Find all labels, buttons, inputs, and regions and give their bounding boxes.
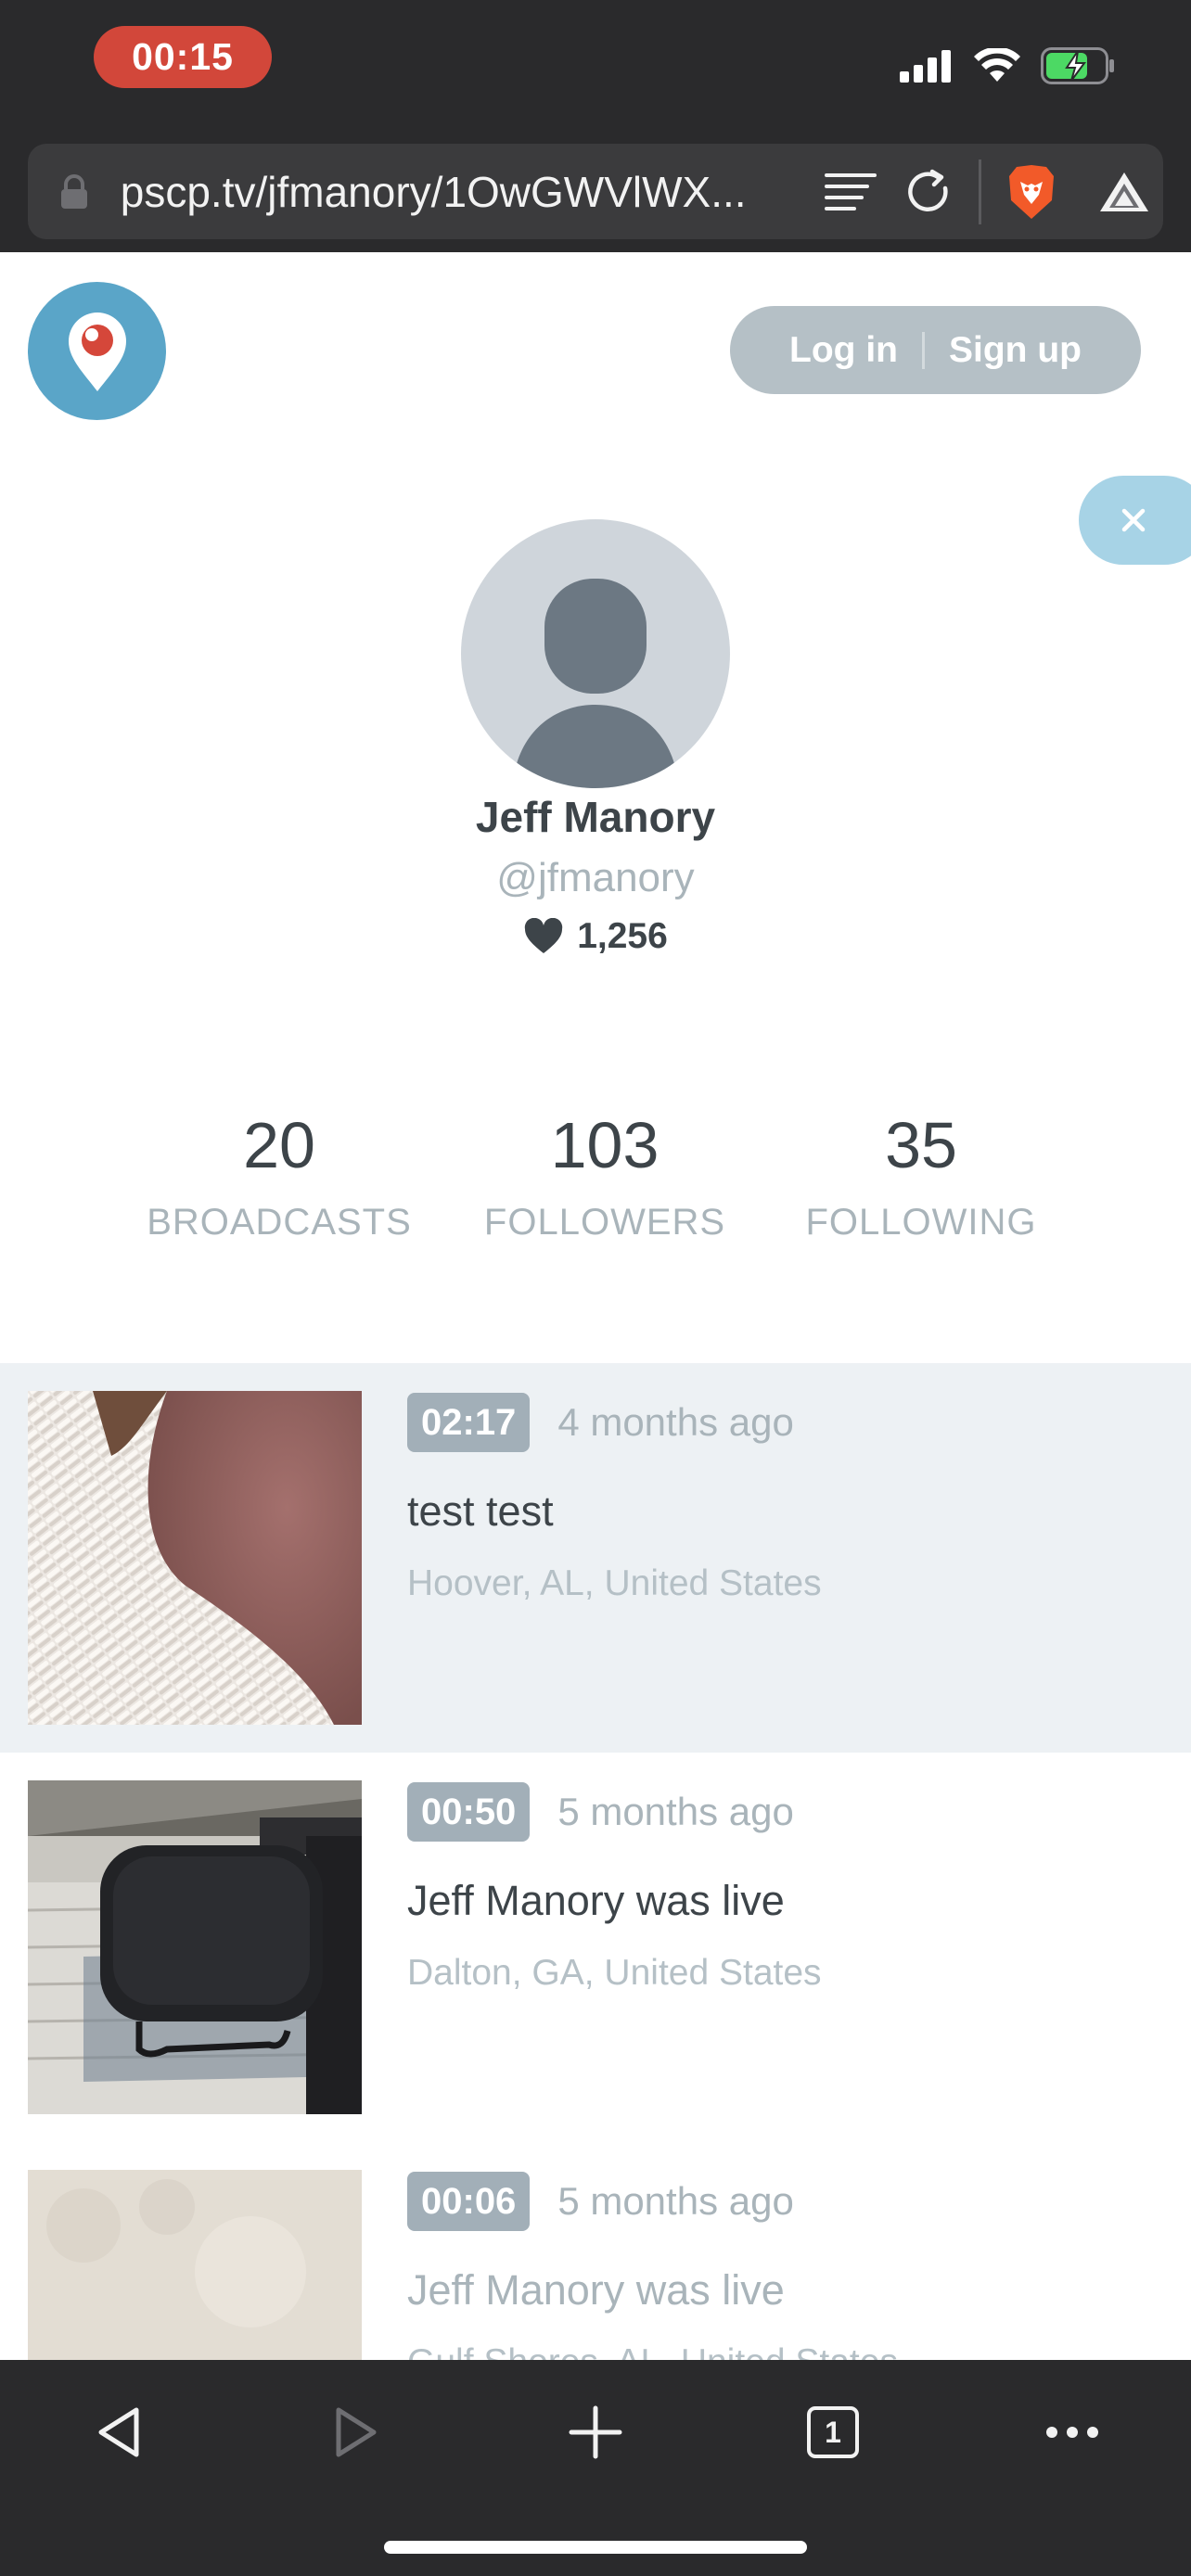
- periscope-logo[interactable]: [28, 282, 166, 420]
- status-icons: [900, 42, 1115, 94]
- battery-charging-icon: [1041, 46, 1115, 89]
- broadcast-item[interactable]: 02:17 4 months ago test test Hoover, AL,…: [0, 1363, 1191, 1753]
- avatar[interactable]: [461, 519, 730, 788]
- screen-recording-indicator[interactable]: 00:15: [94, 26, 272, 88]
- browser-toolbar: 1: [0, 2360, 1191, 2576]
- hearts-value: 1,256: [577, 916, 668, 956]
- forward-icon: [336, 2407, 377, 2457]
- more-icon: [1046, 2427, 1098, 2438]
- broadcast-thumbnail[interactable]: [28, 1780, 362, 2114]
- cellular-signal-icon: [900, 49, 954, 87]
- stat-following[interactable]: 35 FOLLOWING: [790, 1113, 1052, 1243]
- reload-icon[interactable]: [890, 153, 967, 231]
- tab-count: 1: [825, 2415, 841, 2449]
- default-avatar-icon: [512, 579, 679, 788]
- brave-rewards-icon[interactable]: [1085, 153, 1163, 231]
- broadcast-location: Gulf Shores, AL, United States: [407, 2342, 1172, 2360]
- broadcast-location: Dalton, GA, United States: [407, 1953, 822, 1993]
- broadcast-title[interactable]: test test: [407, 1487, 1172, 1536]
- home-indicator[interactable]: [384, 2541, 807, 2554]
- signup-button[interactable]: Sign up: [949, 330, 1082, 371]
- stat-followers[interactable]: 103 FOLLOWERS: [466, 1113, 744, 1243]
- tabs-icon: 1: [807, 2406, 859, 2458]
- login-button[interactable]: Log in: [789, 330, 898, 371]
- profile-name: Jeff Manory: [475, 793, 716, 841]
- stat-label: FOLLOWERS: [483, 1202, 726, 1243]
- wifi-icon: [974, 45, 1020, 88]
- broadcast-age: 5 months ago: [557, 2179, 794, 2223]
- close-icon: [1121, 508, 1146, 532]
- stat-value: 35: [885, 1109, 957, 1181]
- broadcast-item[interactable]: 00:06 5 months ago Jeff Manory was live …: [0, 2142, 1191, 2360]
- stat-value: 103: [550, 1109, 660, 1181]
- brave-shields-icon[interactable]: [992, 153, 1070, 231]
- url-divider: [979, 159, 981, 224]
- stat-label: FOLLOWING: [805, 1202, 1037, 1243]
- auth-buttons: Log in Sign up: [730, 306, 1141, 394]
- stat-value: 20: [243, 1109, 315, 1181]
- map-pin-icon: [68, 312, 126, 391]
- broadcast-thumbnail[interactable]: [28, 2170, 362, 2360]
- broadcast-age: 5 months ago: [557, 1790, 794, 1833]
- forward-button[interactable]: [310, 2386, 403, 2479]
- broadcast-duration: 00:50: [407, 1782, 531, 1842]
- broadcast-age: 4 months ago: [557, 1400, 794, 1444]
- broadcast-title[interactable]: Jeff Manory was live: [407, 2266, 1172, 2315]
- status-bar: 00:15: [0, 0, 1191, 130]
- close-button[interactable]: [1079, 476, 1191, 565]
- web-page: Log in Sign up Jeff Manory @jfmanory 1,2…: [0, 252, 1191, 2360]
- profile-handle: @jfmanory: [496, 855, 695, 900]
- broadcast-location: Hoover, AL, United States: [407, 1563, 822, 1603]
- url-bar[interactable]: pscp.tv/jfmanory/1OwGWVlWX...: [28, 144, 1163, 239]
- heart-icon: [524, 918, 563, 953]
- tabs-button[interactable]: 1: [787, 2386, 879, 2479]
- lock-icon: [46, 173, 102, 210]
- stat-broadcasts[interactable]: 20 BROADCASTS: [139, 1113, 419, 1243]
- broadcast-thumbnail[interactable]: [28, 1391, 362, 1725]
- hearts-count: 1,256: [0, 916, 1191, 957]
- broadcast-duration: 00:06: [407, 2172, 531, 2231]
- url-text[interactable]: pscp.tv/jfmanory/1OwGWVlWX...: [121, 167, 786, 217]
- reader-mode-icon[interactable]: [812, 153, 890, 231]
- broadcast-duration: 02:17: [407, 1393, 531, 1452]
- back-button[interactable]: [72, 2386, 165, 2479]
- broadcast-item[interactable]: 00:50 5 months ago Jeff Manory was live …: [0, 1753, 1191, 2142]
- stat-label: BROADCASTS: [147, 1202, 412, 1243]
- plus-icon: [569, 2405, 622, 2459]
- broadcast-title[interactable]: Jeff Manory was live: [407, 1877, 1172, 1925]
- more-menu-button[interactable]: [1026, 2386, 1119, 2479]
- new-tab-button[interactable]: [549, 2386, 642, 2479]
- auth-divider: [921, 331, 925, 369]
- back-icon: [98, 2407, 139, 2457]
